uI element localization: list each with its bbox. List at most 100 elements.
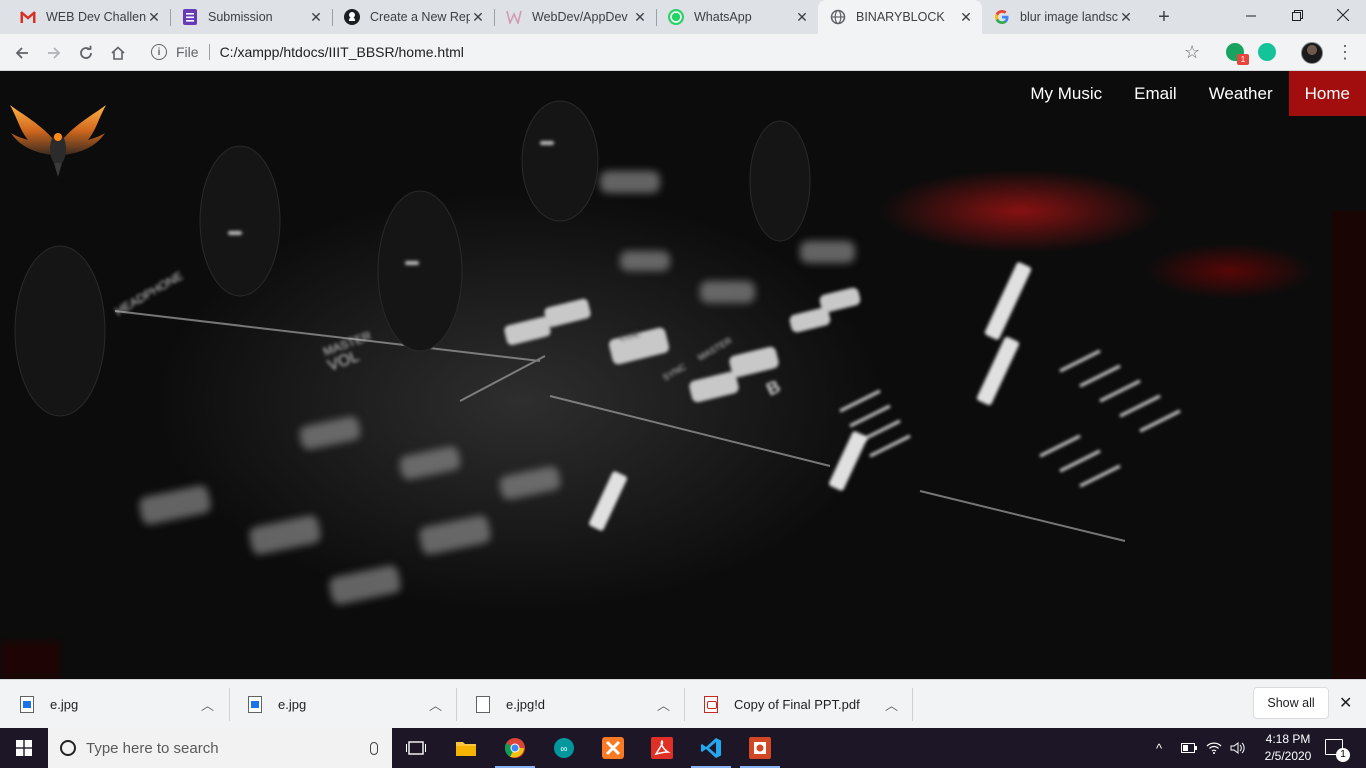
web-icon: [506, 9, 522, 25]
tab-title: Submission: [208, 10, 273, 24]
tab-whatsapp[interactable]: WhatsApp ✕: [656, 0, 818, 34]
chevron-up-icon[interactable]: ︿: [657, 695, 670, 714]
tab-submission[interactable]: Submission ✕: [170, 0, 332, 34]
nav-email[interactable]: Email: [1118, 71, 1193, 116]
download-filename: e.jpg: [50, 697, 79, 712]
close-tab-icon[interactable]: ✕: [470, 9, 486, 25]
svg-text:HEADPHONE: HEADPHONE: [113, 268, 186, 318]
tab-title: BINARYBLOCK: [856, 10, 945, 24]
close-tab-icon[interactable]: ✕: [958, 9, 974, 25]
close-shelf-icon[interactable]: ✕: [1339, 693, 1352, 713]
nav-home[interactable]: Home: [1288, 71, 1366, 116]
tab-title: WebDev/AppDev E: [532, 10, 632, 24]
taskbar-search-input[interactable]: Type here to search: [48, 728, 392, 768]
powerpoint-icon[interactable]: [736, 728, 784, 768]
search-placeholder: Type here to search: [86, 739, 219, 757]
tab-webdev[interactable]: WebDev/AppDev E ✕: [494, 0, 656, 34]
svg-text:∞: ∞: [560, 744, 567, 755]
nav-my-music[interactable]: My Music: [1014, 71, 1118, 116]
tab-gmail[interactable]: WEB Dev Challeng ✕: [8, 0, 170, 34]
reload-icon[interactable]: [73, 40, 99, 66]
tab-strip: WEB Dev Challeng ✕ Submission ✕ Create a…: [0, 0, 1366, 34]
download-filename: Copy of Final PPT.pdf: [734, 697, 860, 712]
info-icon[interactable]: i: [151, 44, 167, 60]
chevron-up-icon[interactable]: ︿: [885, 695, 898, 714]
windows-start-icon[interactable]: [0, 728, 48, 768]
show-all-button[interactable]: Show all: [1253, 687, 1329, 719]
vscode-icon[interactable]: [687, 728, 735, 768]
wifi-icon[interactable]: [1206, 728, 1222, 768]
chevron-up-icon[interactable]: ︿: [429, 695, 442, 714]
close-tab-icon[interactable]: ✕: [794, 9, 810, 25]
globe-icon: [830, 9, 846, 25]
download-item[interactable]: e.jpg ︿: [0, 680, 228, 729]
file-icon: [476, 696, 490, 713]
download-shelf: e.jpg ︿ e.jpg ︿ e.jpg!d ︿ Copy of Final …: [0, 679, 1366, 728]
download-filename: e.jpg!d: [506, 697, 546, 712]
site-nav: My Music Email Weather Home: [1014, 71, 1366, 116]
browser-toolbar: i File C:/xampp/htdocs/IIIT_BBSR/home.ht…: [0, 34, 1366, 71]
file-explorer-icon[interactable]: [442, 728, 490, 768]
forms-icon: [182, 9, 198, 25]
notification-count: 1: [1336, 748, 1350, 762]
close-tab-icon[interactable]: ✕: [1118, 9, 1134, 25]
task-view-icon[interactable]: [392, 728, 440, 768]
dj-mixer-background-image: MASTER VOL HEADPHONE CUE B SYNC MASTER: [0, 100, 1366, 679]
acrobat-icon[interactable]: [638, 728, 686, 768]
close-window-icon[interactable]: [1320, 0, 1366, 30]
phoenix-logo: [10, 105, 106, 177]
svg-text:B: B: [763, 376, 783, 400]
arduino-icon[interactable]: ∞: [540, 728, 588, 768]
close-tab-icon[interactable]: ✕: [632, 9, 648, 25]
pdf-file-icon: [704, 696, 718, 713]
minimize-icon[interactable]: [1228, 0, 1274, 30]
windows-taskbar: Type here to search ∞ ^ 4:18 PM 2/5/2020…: [0, 728, 1366, 768]
download-filename: e.jpg: [278, 697, 307, 712]
tab-title: blur image landsca: [1020, 10, 1118, 24]
chevron-up-tray-icon[interactable]: ^: [1156, 728, 1162, 768]
menu-kebab-icon[interactable]: ⋮: [1336, 42, 1354, 63]
xampp-icon[interactable]: [589, 728, 637, 768]
svg-text:MASTER: MASTER: [696, 335, 734, 363]
chrome-icon[interactable]: [491, 728, 539, 768]
whatsapp-icon: [668, 9, 684, 25]
volume-icon[interactable]: [1230, 728, 1246, 768]
clock-time: 4:18 PM: [1265, 732, 1311, 746]
download-item[interactable]: e.jpg!d ︿: [456, 680, 684, 729]
address-bar[interactable]: i File C:/xampp/htdocs/IIIT_BBSR/home.ht…: [142, 38, 1212, 66]
grammarly-icon[interactable]: [1258, 43, 1276, 61]
url-text[interactable]: C:/xampp/htdocs/IIIT_BBSR/home.html: [220, 44, 464, 60]
forward-icon[interactable]: [41, 40, 67, 66]
close-tab-icon[interactable]: ✕: [146, 9, 162, 25]
tab-github[interactable]: Create a New Repo ✕: [332, 0, 494, 34]
extension-badge: 1: [1237, 54, 1249, 65]
download-item[interactable]: Copy of Final PPT.pdf ︿: [684, 680, 912, 729]
back-icon[interactable]: [9, 40, 35, 66]
image-file-icon: [248, 696, 262, 713]
close-tab-icon[interactable]: ✕: [308, 9, 324, 25]
tab-binaryblock[interactable]: BINARYBLOCK ✕: [818, 0, 982, 34]
bookmark-star-icon[interactable]: ☆: [1184, 42, 1200, 63]
tab-title: WEB Dev Challeng: [46, 10, 146, 24]
nav-weather[interactable]: Weather: [1193, 71, 1289, 116]
page-hero: MASTER VOL HEADPHONE CUE B SYNC MASTER M…: [0, 71, 1366, 679]
address-divider: [208, 44, 210, 60]
home-icon[interactable]: [105, 40, 131, 66]
image-file-icon: [20, 696, 34, 713]
download-divider: [912, 688, 913, 721]
system-clock[interactable]: 4:18 PM 2/5/2020: [1260, 731, 1316, 765]
tab-google[interactable]: blur image landsca ✕: [982, 0, 1142, 34]
svg-text:SYNC: SYNC: [661, 361, 688, 382]
google-icon: [994, 9, 1010, 25]
download-item[interactable]: e.jpg ︿: [228, 680, 456, 729]
battery-icon[interactable]: [1181, 728, 1197, 768]
chevron-up-icon[interactable]: ︿: [201, 695, 214, 714]
new-tab-button[interactable]: +: [1152, 5, 1176, 29]
microphone-icon[interactable]: [370, 741, 378, 755]
profile-avatar[interactable]: [1301, 42, 1323, 64]
cortana-icon: [60, 740, 76, 756]
restore-icon[interactable]: [1274, 0, 1320, 30]
scheme-label: File: [176, 44, 199, 60]
gmail-icon: [20, 9, 36, 25]
github-icon: [344, 9, 360, 25]
